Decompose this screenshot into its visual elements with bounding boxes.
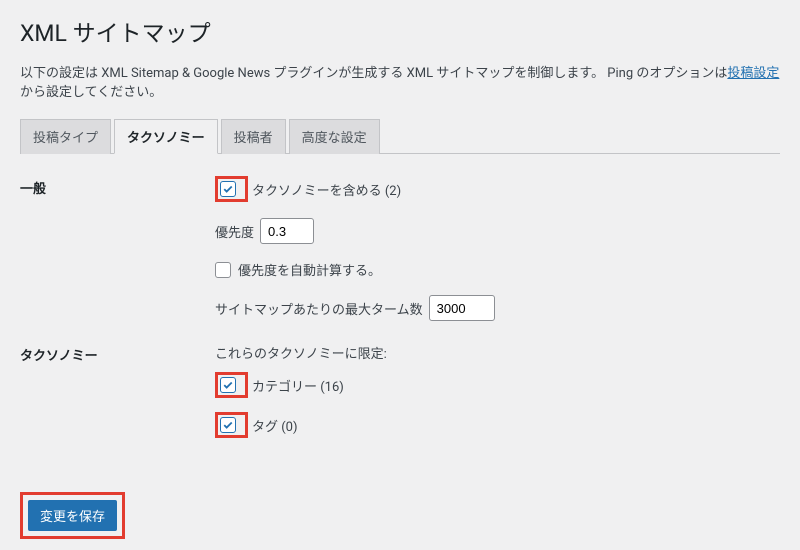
checkbox-tag[interactable]	[220, 417, 236, 433]
include-taxonomies-label: タクソノミーを含める (2)	[252, 180, 401, 199]
section-taxonomies-label: タクソノミー	[20, 343, 215, 364]
highlight-include-taxonomies	[215, 176, 248, 202]
tag-label: タグ (0)	[252, 416, 298, 435]
section-taxonomies: タクソノミー これらのタクソノミーに限定: カテゴリー (16) タグ (0)	[20, 343, 780, 438]
post-settings-link[interactable]: 投稿設定	[727, 66, 779, 81]
desc-prefix: 以下の設定は XML Sitemap & Google News プラグインが生…	[20, 66, 727, 81]
tab-advanced[interactable]: 高度な設定	[289, 119, 380, 154]
tabs-nav: 投稿タイプ タクソノミー 投稿者 高度な設定	[20, 118, 780, 154]
check-icon	[222, 419, 234, 431]
section-general: 一般 タクソノミーを含める (2) 優先度 優先度を自動計算する。 サイトマップ…	[20, 176, 780, 321]
check-icon	[222, 183, 234, 195]
page-title: XML サイトマップ	[20, 14, 780, 48]
priority-input[interactable]	[260, 218, 314, 244]
highlight-save: 変更を保存	[20, 492, 125, 539]
max-terms-input[interactable]	[429, 295, 495, 321]
page-description: 以下の設定は XML Sitemap & Google News プラグインが生…	[20, 62, 780, 100]
tab-taxonomies[interactable]: タクソノミー	[114, 119, 218, 154]
max-terms-label: サイトマップあたりの最大ターム数	[215, 299, 423, 318]
save-button[interactable]: 変更を保存	[28, 500, 117, 531]
check-icon	[222, 379, 234, 391]
checkbox-include-taxonomies[interactable]	[220, 181, 236, 197]
tab-post-types[interactable]: 投稿タイプ	[20, 119, 111, 154]
highlight-category	[215, 372, 248, 398]
auto-priority-label: 優先度を自動計算する。	[238, 260, 381, 279]
save-area: 変更を保存	[20, 492, 125, 539]
desc-suffix: から設定してください。	[20, 85, 162, 100]
category-label: カテゴリー (16)	[252, 376, 344, 395]
checkbox-category[interactable]	[220, 377, 236, 393]
priority-label: 優先度	[215, 222, 254, 241]
highlight-tag	[215, 412, 248, 438]
section-general-label: 一般	[20, 176, 215, 197]
checkbox-auto-priority[interactable]	[215, 262, 231, 278]
limit-taxonomies-label: これらのタクソノミーに限定:	[215, 343, 387, 362]
tab-authors[interactable]: 投稿者	[221, 119, 286, 154]
